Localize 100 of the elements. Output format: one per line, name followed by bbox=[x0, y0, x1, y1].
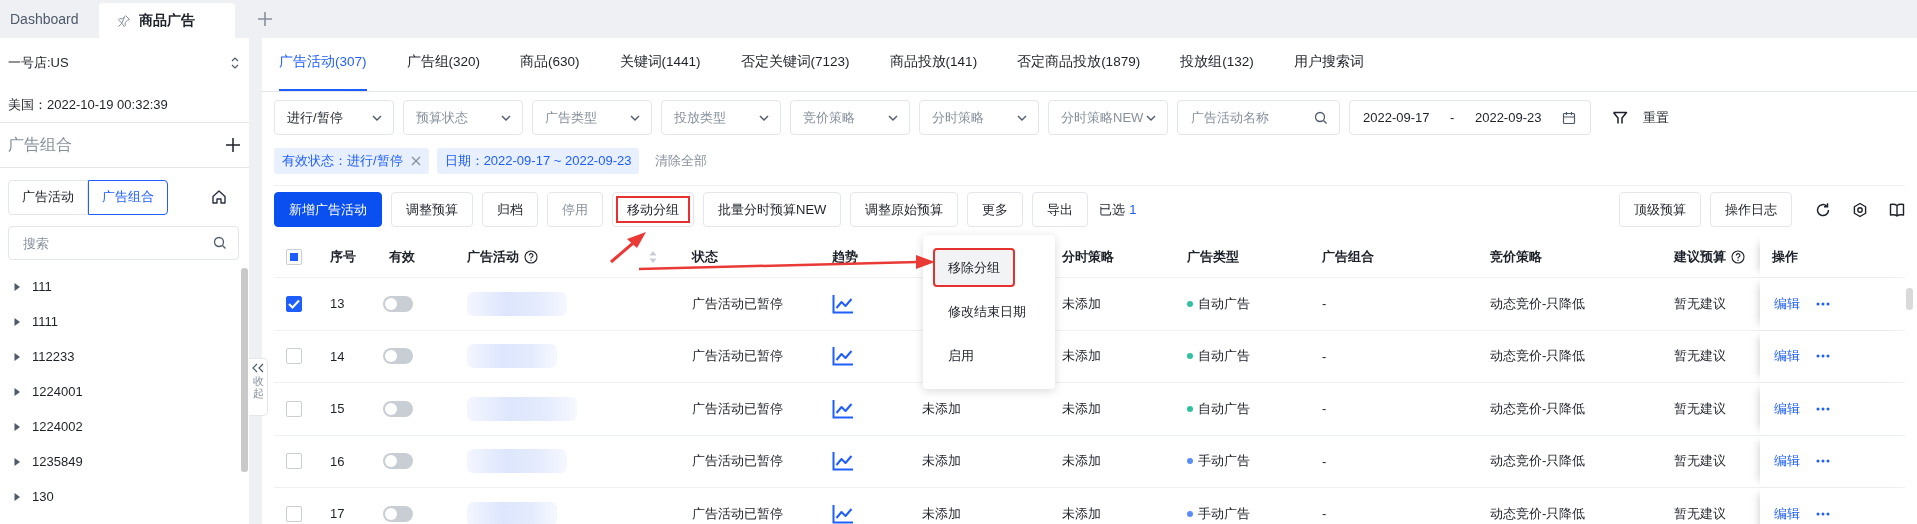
tree-item[interactable]: 1224001 bbox=[32, 384, 83, 399]
tab[interactable]: 用户搜索词 bbox=[1293, 38, 1364, 91]
scrollbar-thumb[interactable] bbox=[241, 268, 248, 472]
table-cell: 17 bbox=[330, 506, 345, 522]
action-button[interactable]: 导出 bbox=[1032, 192, 1089, 227]
menu-item[interactable]: 启用 bbox=[935, 338, 987, 373]
tree-item[interactable]: 1235849 bbox=[32, 454, 83, 469]
table-cell: 暂无建议 bbox=[1674, 504, 1726, 523]
tree-item[interactable]: 130 bbox=[32, 489, 54, 504]
table-cell: - bbox=[1322, 401, 1327, 417]
toggle-switch[interactable] bbox=[383, 400, 413, 417]
caret-right-icon[interactable] bbox=[13, 492, 21, 501]
scrollbar-thumb[interactable] bbox=[1906, 288, 1913, 310]
caret-right-icon[interactable] bbox=[13, 387, 21, 396]
more-icon[interactable] bbox=[1816, 459, 1830, 464]
home-icon[interactable] bbox=[211, 189, 227, 205]
column-header: 有效 bbox=[389, 248, 415, 266]
edit-link[interactable]: 编辑 bbox=[1774, 347, 1800, 366]
date-range-field[interactable]: 2022-09-17 - 2022-09-23 bbox=[1349, 100, 1591, 135]
row-checkbox[interactable] bbox=[286, 295, 302, 312]
menu-item[interactable]: 移除分组 bbox=[935, 250, 1013, 285]
column-header[interactable]: 广告活动 bbox=[467, 248, 519, 266]
tab[interactable]: 商品广告 bbox=[98, 3, 235, 38]
action-button[interactable]: 更多 bbox=[967, 192, 1024, 227]
column-header: 趋势 bbox=[832, 248, 858, 266]
table-cell: 动态竞价-只降低 bbox=[1490, 504, 1586, 523]
action-button[interactable]: 调整预算 bbox=[391, 192, 473, 227]
add-icon[interactable] bbox=[225, 137, 241, 153]
tab[interactable]: 商品(630) bbox=[520, 38, 580, 91]
search-field[interactable]: 广告活动名称 bbox=[1177, 100, 1340, 135]
tab[interactable]: Dashboard bbox=[0, 0, 95, 38]
tab[interactable]: 否定商品投放(1879) bbox=[1017, 38, 1141, 91]
column-header: 序号 bbox=[330, 248, 356, 266]
action-button[interactable]: 批量分时预算NEW bbox=[703, 192, 842, 227]
tab[interactable]: 商品投放(141) bbox=[889, 38, 978, 91]
clear-all-link[interactable]: 清除全部 bbox=[655, 152, 708, 170]
tab[interactable]: 否定关键词(7123) bbox=[740, 38, 850, 91]
select-all-checkbox[interactable] bbox=[286, 249, 302, 265]
more-icon[interactable] bbox=[1816, 511, 1830, 516]
edit-link[interactable]: 编辑 bbox=[1774, 294, 1800, 313]
action-button[interactable]: 操作日志 bbox=[1710, 192, 1792, 227]
caret-right-icon[interactable] bbox=[13, 282, 21, 291]
search-field[interactable]: 搜索 bbox=[8, 226, 239, 260]
search-icon bbox=[213, 236, 227, 250]
action-button[interactable]: 归档 bbox=[482, 192, 538, 227]
trend-chart-icon[interactable] bbox=[832, 293, 854, 314]
tree-item[interactable]: 1111 bbox=[32, 314, 59, 329]
toggle-switch[interactable] bbox=[383, 295, 413, 312]
tree-item[interactable]: 111 bbox=[32, 279, 52, 294]
toggle-switch[interactable] bbox=[383, 453, 413, 470]
store-name[interactable]: 一号店:US bbox=[8, 54, 69, 72]
selection-count: 已选 1 bbox=[1099, 200, 1137, 219]
tab[interactable]: 广告活动(307) bbox=[279, 38, 367, 91]
caret-right-icon[interactable] bbox=[13, 317, 21, 326]
tab[interactable]: 关键词(1441) bbox=[619, 38, 701, 91]
tree-item[interactable]: 1224002 bbox=[32, 419, 83, 434]
action-button[interactable]: 移动分组 bbox=[612, 192, 694, 227]
caret-right-icon[interactable] bbox=[13, 352, 21, 361]
column-header: 广告组合 bbox=[1322, 248, 1374, 266]
action-button[interactable]: 新增广告活动 bbox=[274, 192, 382, 227]
column-header: 广告类型 bbox=[1187, 248, 1239, 266]
table-cell: 广告活动已暂停 bbox=[692, 399, 783, 418]
caret-right-icon[interactable] bbox=[13, 457, 21, 466]
edit-link[interactable]: 编辑 bbox=[1774, 452, 1800, 471]
menu-item[interactable]: 修改结束日期 bbox=[935, 294, 1039, 329]
close-icon[interactable] bbox=[410, 156, 421, 166]
trend-chart-icon[interactable] bbox=[832, 346, 854, 367]
action-button[interactable]: 顶级预算 bbox=[1619, 192, 1701, 227]
toggle-switch[interactable] bbox=[383, 505, 413, 522]
table-cell: - bbox=[1322, 296, 1327, 312]
trend-chart-icon[interactable] bbox=[832, 398, 854, 419]
more-icon[interactable] bbox=[1816, 301, 1830, 306]
sort-updown-icon[interactable] bbox=[229, 55, 241, 71]
reset-button[interactable]: 重置 bbox=[1643, 108, 1669, 127]
settings-icon[interactable] bbox=[1852, 201, 1868, 218]
edit-link[interactable]: 编辑 bbox=[1774, 504, 1800, 523]
caret-right-icon[interactable] bbox=[13, 422, 21, 431]
column-header: 建议预算 bbox=[1674, 248, 1726, 266]
segment-tab[interactable]: 广告组合 bbox=[88, 179, 168, 215]
segment-tab[interactable]: 广告活动 bbox=[8, 179, 88, 215]
table-cell: 16 bbox=[330, 453, 345, 469]
refresh-icon[interactable] bbox=[1815, 201, 1831, 218]
trend-chart-icon[interactable] bbox=[832, 503, 854, 524]
collapse-handle[interactable]: 收起 bbox=[249, 358, 268, 416]
tree-item[interactable]: 112233 bbox=[32, 349, 75, 364]
trend-chart-icon[interactable] bbox=[832, 451, 854, 472]
more-icon[interactable] bbox=[1816, 406, 1830, 411]
edit-link[interactable]: 编辑 bbox=[1774, 399, 1800, 418]
select-field[interactable]: 进行/暂停 bbox=[274, 100, 394, 135]
column-header: 状态 bbox=[692, 248, 718, 266]
action-button[interactable]: 调整原始预算 bbox=[850, 192, 959, 227]
filter-tag: 有效状态：进行/暂停 bbox=[274, 148, 429, 174]
table-cell: 未添加 bbox=[1062, 504, 1101, 523]
table-cell: 自动广告 bbox=[1198, 294, 1250, 313]
filter-icon[interactable] bbox=[1612, 109, 1628, 126]
book-icon[interactable] bbox=[1889, 201, 1905, 218]
more-icon[interactable] bbox=[1816, 354, 1830, 359]
toggle-switch[interactable] bbox=[383, 348, 413, 365]
tab[interactable]: 广告组(320) bbox=[406, 38, 481, 91]
tab[interactable]: 投放组(132) bbox=[1180, 38, 1254, 91]
